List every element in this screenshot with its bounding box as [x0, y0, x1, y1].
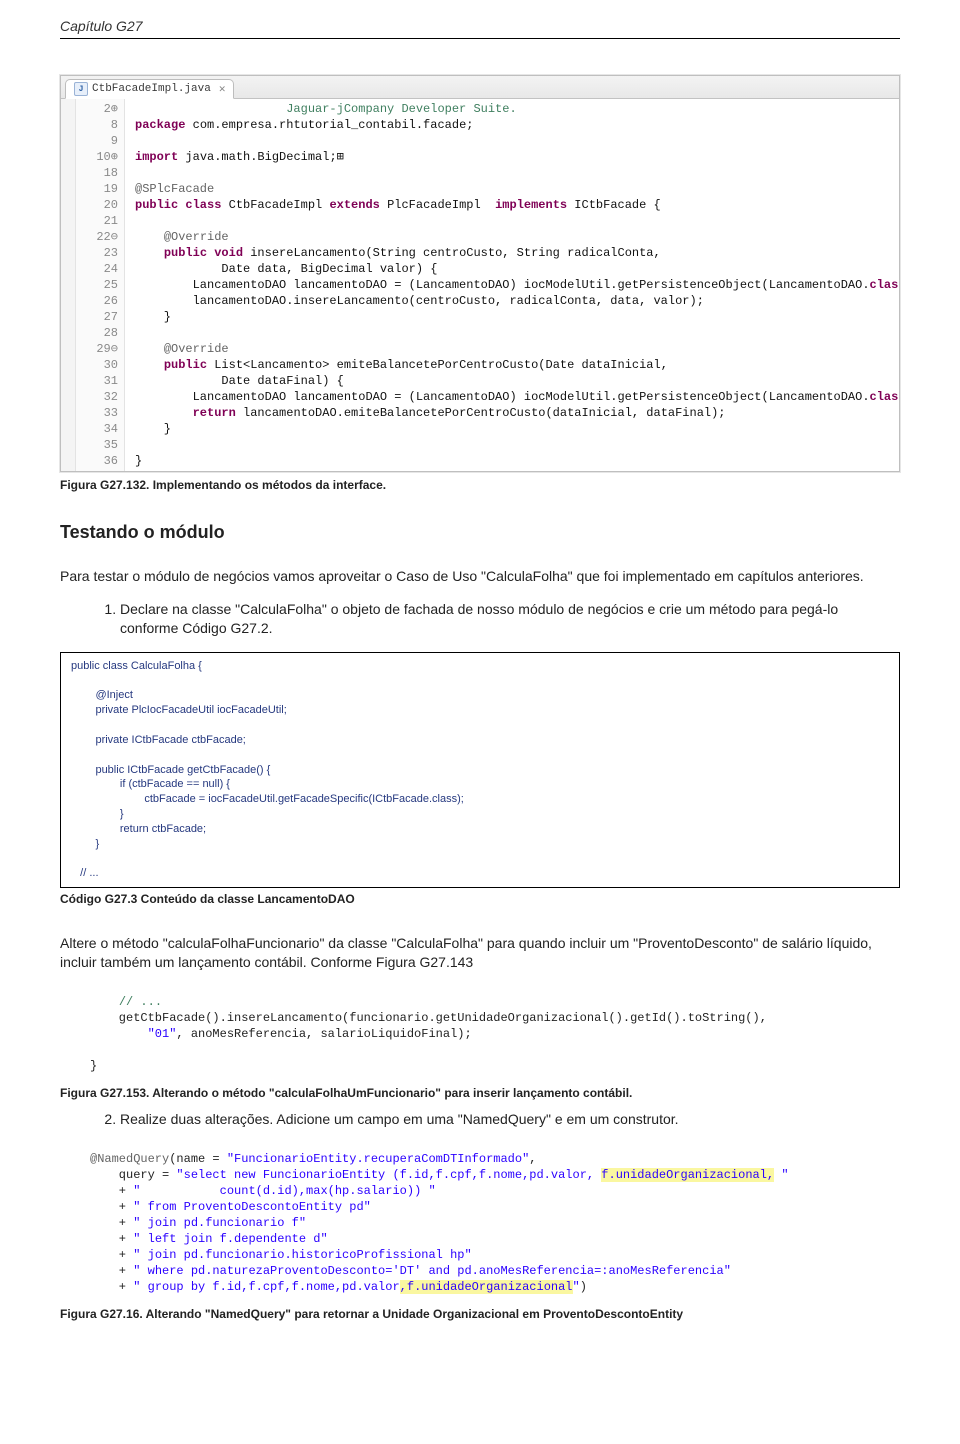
- tab-label: CtbFacadeImpl.java: [92, 83, 211, 95]
- code-editor-figure: J CtbFacadeImpl.java ✕ 2⊕8910⊕1819202122…: [60, 75, 900, 472]
- paragraph: Para testar o módulo de negócios vamos a…: [60, 567, 900, 586]
- java-file-icon: J: [74, 82, 88, 96]
- editor-tabbar: J CtbFacadeImpl.java ✕: [61, 76, 899, 99]
- header-rule: [60, 38, 900, 39]
- code-listing-box: public class CalculaFolha { @Inject priv…: [60, 652, 900, 889]
- step-list: Realize duas alterações. Adicione um cam…: [60, 1110, 900, 1129]
- section-heading: Testando o módulo: [60, 522, 900, 543]
- code-snippet-figure: // ... getCtbFacade().insereLancamento(f…: [60, 986, 900, 1082]
- code-listing-caption: Código G27.3 Conteúdo da classe Lancamen…: [60, 892, 900, 906]
- line-number-gutter: 2⊕8910⊕1819202122⊖23242526272829⊖3031323…: [76, 99, 125, 471]
- figure-caption: Figura G27.16. Alterando "NamedQuery" pa…: [60, 1307, 900, 1321]
- content: J CtbFacadeImpl.java ✕ 2⊕8910⊕1819202122…: [0, 45, 960, 1371]
- step-item: Realize duas alterações. Adicione um cam…: [120, 1110, 900, 1129]
- close-icon[interactable]: ✕: [215, 82, 226, 96]
- paragraph: Altere o método "calculaFolhaFuncionario…: [60, 934, 900, 972]
- editor-body: 2⊕8910⊕1819202122⊖23242526272829⊖3031323…: [61, 99, 899, 471]
- editor-marker-ruler: [61, 99, 76, 471]
- editor-tab[interactable]: J CtbFacadeImpl.java ✕: [65, 79, 234, 99]
- code-snippet-figure: @NamedQuery(name = "FuncionarioEntity.re…: [60, 1143, 900, 1303]
- step-list: Declare na classe "CalculaFolha" o objet…: [60, 600, 900, 638]
- page-header: Capítulo G27: [0, 0, 960, 45]
- figure-caption: Figura G27.153. Alterando o método "calc…: [60, 1086, 900, 1100]
- code-area: Jaguar-jCompany Developer Suite.package …: [125, 99, 899, 471]
- step-item: Declare na classe "CalculaFolha" o objet…: [120, 600, 900, 638]
- chapter-title: Capítulo G27: [60, 18, 143, 34]
- figure-caption: Figura G27.132. Implementando os métodos…: [60, 478, 900, 492]
